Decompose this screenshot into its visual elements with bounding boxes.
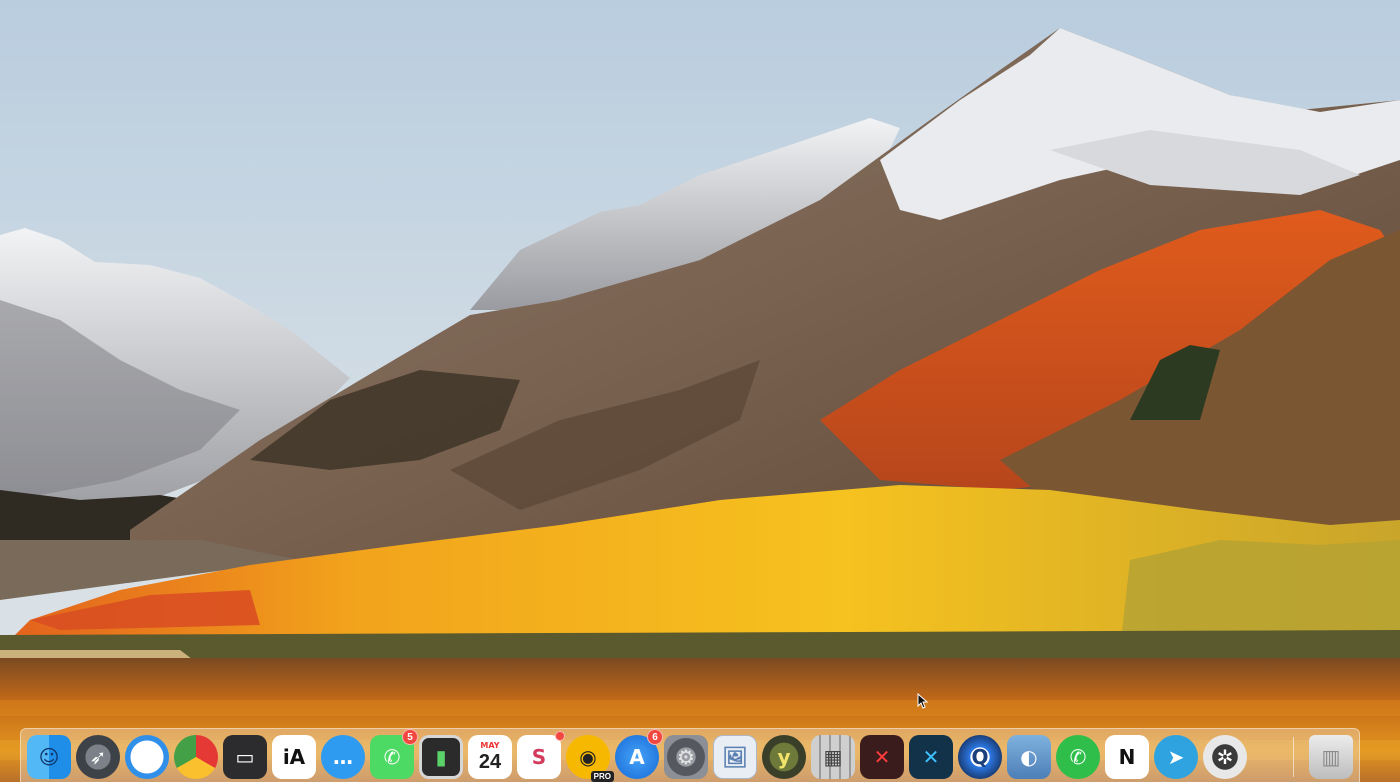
speech-bubble-icon: …	[333, 745, 353, 769]
desktop-wallpaper	[0, 0, 1400, 782]
mouse-pointer-icon	[917, 693, 929, 709]
notion-icon: N	[1118, 745, 1136, 769]
yoink-icon: y	[777, 745, 791, 769]
dock-item-toggl-red[interactable]: ✕	[860, 735, 904, 779]
dock-item-wallet[interactable]: ▭	[223, 735, 267, 779]
dock-item-ia-writer[interactable]: iA	[272, 735, 316, 779]
notification-dot	[555, 731, 565, 741]
blue-x-icon: ✕	[922, 745, 940, 769]
paper-plane-icon: ➤	[1167, 745, 1185, 769]
dock-item-quicktime[interactable]: Q	[958, 735, 1002, 779]
dock-item-yoink[interactable]: y	[762, 735, 806, 779]
notification-badge: 5	[402, 729, 418, 745]
dock-item-system-preferences[interactable]: ⚙	[664, 735, 708, 779]
dock-item-vectorize[interactable]: ◉ PRO	[566, 735, 614, 782]
dock-item-trash[interactable]: ▥	[1309, 735, 1353, 779]
dock-divider	[1293, 737, 1294, 777]
wallet-icon: ▭	[235, 745, 255, 769]
yellow-eye-icon: ◉	[579, 745, 597, 769]
image-capture-icon: ◐	[1020, 745, 1038, 769]
dock-item-finder[interactable]: ☺	[27, 735, 71, 779]
gear-icon: ⚙	[677, 745, 695, 769]
calendar-icon: MAY 24	[478, 741, 502, 773]
dock-item-toggl-blue[interactable]: ✕	[909, 735, 953, 779]
red-x-icon: ✕	[873, 745, 891, 769]
dock-item-final-cut[interactable]: ✲	[1203, 735, 1247, 779]
dock-item-sidenotes[interactable]: ▮	[419, 735, 463, 779]
quicktime-icon: Q	[971, 745, 989, 769]
green-notes-icon: ▮	[435, 745, 447, 769]
whatsapp-icon: ✆	[1069, 745, 1087, 769]
pro-label: PRO	[590, 771, 614, 782]
dock-item-calculator[interactable]: ▦	[811, 735, 855, 779]
dock-item-preview[interactable]: 🖼	[713, 735, 757, 779]
dock-item-messages[interactable]: …	[321, 735, 365, 779]
envelope-icon: ✉	[138, 745, 156, 769]
finder-icon: ☺	[38, 745, 60, 769]
rocket-icon: ➶	[89, 745, 107, 769]
dock: ☺ ➶ ✉ ▭ iA… ✆ 5 ▮ MAY 24 S ◉ PRO A 6 ⚙ 🖼 y ▦ ✕ ✕ Q ◐ ✆ N ➤ ✲ ▥	[20, 728, 1360, 782]
dock-item-facetime[interactable]: ✆ 5	[370, 729, 418, 779]
dock-item-notion[interactable]: N	[1105, 735, 1149, 779]
calendar-day: 24	[478, 751, 502, 773]
phone-video-icon: ✆	[383, 745, 401, 769]
app-store-icon: A	[629, 745, 645, 769]
calculator-icon: ▦	[823, 745, 843, 769]
clapper-icon: ✲	[1216, 745, 1234, 769]
ia-writer-icon: iA	[282, 745, 306, 769]
dock-item-image-capture[interactable]: ◐	[1007, 735, 1051, 779]
dock-item-airmail[interactable]: ✉	[125, 735, 169, 779]
dock-item-chrome[interactable]	[174, 735, 218, 779]
calendar-month: MAY	[480, 741, 500, 750]
dock-item-calendar[interactable]: MAY 24	[468, 735, 512, 779]
trash-icon: ▥	[1321, 745, 1341, 769]
dock-item-app-store[interactable]: A6	[615, 729, 663, 779]
preview-icon: 🖼	[722, 745, 748, 769]
slack-icon: S	[531, 745, 547, 769]
dock-item-launchpad[interactable]: ➶	[76, 735, 120, 779]
dock-item-slack[interactable]: S	[517, 731, 565, 779]
dock-item-telegram[interactable]: ➤	[1154, 735, 1198, 779]
dock-item-whatsapp[interactable]: ✆	[1056, 735, 1100, 779]
notification-badge: 6	[647, 729, 663, 745]
